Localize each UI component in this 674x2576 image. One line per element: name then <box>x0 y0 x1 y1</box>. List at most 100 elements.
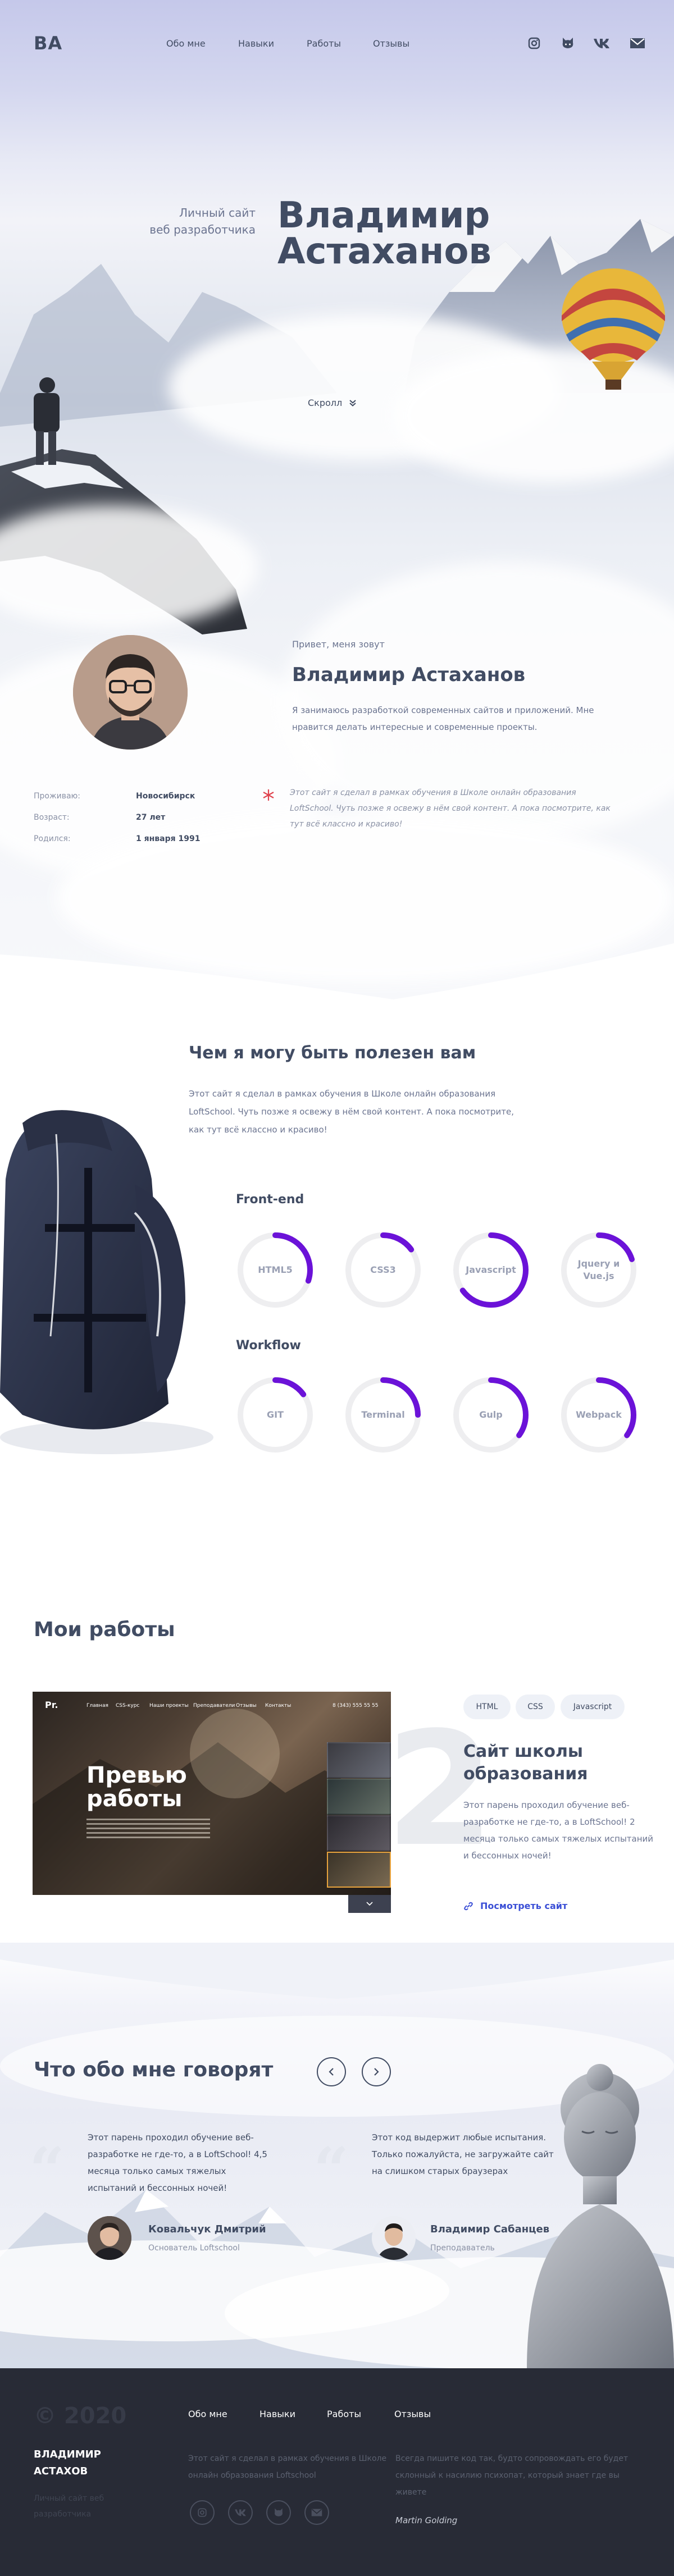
footer-quote: Всегда пишите код так, будто сопровождат… <box>395 2454 629 2497</box>
work-desc: Этот парень проходил обучение веб-разраб… <box>463 1800 654 1861</box>
skill-ring: GIT <box>236 1376 315 1454</box>
review-text-1: Этот парень проходил обучение веб-разраб… <box>88 2132 267 2193</box>
review-role-1: Основатель Loftschool <box>148 2244 240 2253</box>
github-icon[interactable] <box>559 35 576 52</box>
about-quote: Этот сайт я сделал в рамках обучения в Ш… <box>290 788 611 829</box>
vk-icon[interactable] <box>593 35 610 52</box>
footer-name: ВЛАДИМИР АСТАХОВ <box>34 2449 101 2477</box>
footer-year: © 2020 <box>34 2403 127 2429</box>
info-key-born: Родился: <box>34 834 71 843</box>
work-thumb-2[interactable] <box>327 1779 391 1815</box>
hero-subtitle: Личный сайт веб разработчика <box>121 204 256 238</box>
skill-ring: Gulp <box>452 1376 530 1454</box>
instagram-icon[interactable] <box>526 35 543 52</box>
review-avatar-1 <box>88 2216 131 2260</box>
footer-nav-skills[interactable]: Навыки <box>259 2409 295 2419</box>
skill-label: Jquery и Vue.js <box>577 1258 620 1281</box>
work-thumb-3[interactable] <box>327 1815 391 1851</box>
footer-text-left: Этот сайт я сделал в рамках обучения в Ш… <box>188 2454 387 2480</box>
asterisk-icon <box>263 789 274 801</box>
skill-ring: Jquery и Vue.js <box>559 1231 638 1309</box>
quote-icon: “ <box>29 2134 65 2206</box>
preview-text-lines <box>86 1819 210 1839</box>
skill-ring: HTML5 <box>236 1231 315 1309</box>
instagram-icon[interactable] <box>190 2500 215 2525</box>
work-thumb-4[interactable] <box>327 1852 391 1888</box>
hero-name: Владимир Астаханов <box>277 198 536 270</box>
skills-title: Чем я могу быть полезен вам <box>189 1043 476 1063</box>
view-site-link[interactable]: Посмотреть сайт <box>463 1901 567 1911</box>
link-icon <box>464 1902 473 1910</box>
review-role-2: Преподаватель <box>430 2244 495 2253</box>
reviews-next-button[interactable] <box>362 2057 391 2086</box>
buddha-statue <box>527 2064 674 2369</box>
github-icon[interactable] <box>266 2500 291 2525</box>
skill-ring: CSS3 <box>344 1231 422 1309</box>
preview-title-line2: работы <box>86 1786 183 1812</box>
hello-text: Привет, меня зовут <box>292 639 385 650</box>
chevron-right-icon <box>374 2068 379 2076</box>
balloon-illustration <box>562 268 665 390</box>
about-name: Владимир Астаханов <box>292 664 526 686</box>
skill-ring: Webpack <box>559 1376 638 1454</box>
info-value-born: 1 января 1991 <box>136 834 201 843</box>
skill-label: Terminal <box>361 1409 405 1420</box>
preview-arrows[interactable] <box>348 1895 391 1913</box>
mail-icon[interactable] <box>629 35 646 52</box>
hero-subtitle-line1: Личный сайт <box>179 206 256 220</box>
preview-nav-5: Отзывы <box>236 1703 257 1709</box>
preview-logo: Pr. <box>45 1700 58 1710</box>
hero-name-line1: Владимир <box>277 195 490 236</box>
skill-label: Gulp <box>479 1409 503 1420</box>
work-tag-html: HTML <box>463 1695 511 1719</box>
hero-name-line2: Астаханов <box>277 231 491 272</box>
preview-title-line1: Превью <box>86 1762 187 1788</box>
info-key-age: Возраст: <box>34 813 70 822</box>
work-tag-css: CSS <box>516 1695 555 1719</box>
skill-label: Javascript <box>466 1264 516 1275</box>
review-text-2: Этот код выдержит любые испытания. Тольк… <box>372 2132 554 2176</box>
chevron-left-icon <box>329 2068 334 2076</box>
preview-nav-2: CSS-курс <box>116 1703 140 1709</box>
scroll-button[interactable]: Скролл <box>308 398 357 408</box>
scroll-label: Скролл <box>308 398 343 408</box>
skill-label: GIT <box>267 1409 284 1420</box>
reviews-title: Что обо мне говорят <box>34 2058 274 2081</box>
reviews-prev-button[interactable] <box>317 2057 346 2086</box>
backpack-image <box>0 1110 213 1454</box>
nav-works[interactable]: Работы <box>307 38 341 49</box>
skills-text: Этот сайт я сделал в рамках обучения в Ш… <box>189 1089 514 1135</box>
work-name: Сайт школы образования <box>463 1742 588 1784</box>
skills-group-title-frontend: Front-end <box>236 1193 304 1207</box>
skill-label: Webpack <box>576 1409 622 1420</box>
quote-icon: “ <box>313 2134 349 2206</box>
skill-label: HTML5 <box>258 1264 293 1275</box>
nav-skills[interactable]: Навыки <box>238 38 274 49</box>
nav-about[interactable]: Обо мне <box>166 38 206 49</box>
hero-section <box>0 0 674 999</box>
review-avatar-2 <box>372 2216 416 2260</box>
skill-label: CSS3 <box>370 1264 396 1275</box>
nav-reviews[interactable]: Отзывы <box>373 38 409 49</box>
preview-nav-3: Наши проекты <box>149 1703 189 1709</box>
footer-nav-works[interactable]: Работы <box>327 2409 361 2419</box>
skill-ring: Javascript <box>452 1231 530 1309</box>
review-name-2: Владимир Сабанцев <box>430 2223 550 2235</box>
preview-nav-1: Главная <box>86 1703 108 1709</box>
mail-icon[interactable] <box>304 2500 329 2525</box>
logo[interactable]: ВА <box>34 33 62 54</box>
vk-icon[interactable] <box>228 2500 253 2525</box>
preview-phone: 8 (343) 555 55 55 <box>333 1703 379 1709</box>
footer-subtitle: Личный сайт веб разработчика <box>34 2494 104 2519</box>
double-chevron-down-icon <box>349 399 356 407</box>
hero-wave <box>0 943 674 999</box>
footer-quote-author: Martin Golding <box>395 2515 458 2525</box>
work-thumb-1[interactable] <box>327 1742 391 1778</box>
works-title: Мои работы <box>34 1618 175 1641</box>
preview-nav-6: Контакты <box>265 1703 292 1709</box>
work-tag-js: Javascript <box>561 1695 625 1719</box>
footer-nav-reviews[interactable]: Отзывы <box>394 2409 431 2419</box>
info-key-city: Проживаю: <box>34 792 81 801</box>
footer-nav-about[interactable]: Обо мне <box>188 2409 227 2419</box>
skill-ring: Terminal <box>344 1376 422 1454</box>
